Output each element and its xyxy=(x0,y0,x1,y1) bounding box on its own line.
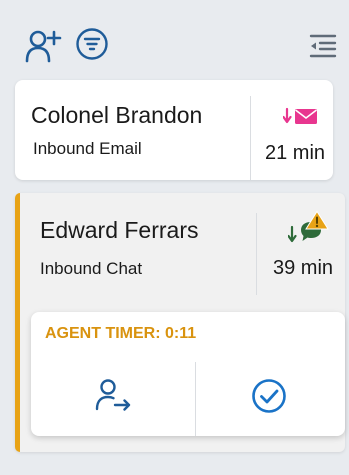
agent-timer: AGENT TIMER: 0:11 xyxy=(45,325,197,342)
interaction-card[interactable]: Colonel Brandon Inbound Email 21 min xyxy=(15,80,333,180)
transfer-button[interactable] xyxy=(95,378,133,412)
person-add-icon xyxy=(25,30,62,63)
toolbar xyxy=(0,0,349,72)
collapse-panel-icon xyxy=(309,34,337,58)
complete-check-icon xyxy=(252,379,286,413)
transfer-icon xyxy=(95,379,131,411)
channel-label: Inbound Email xyxy=(33,139,142,158)
active-interaction-card[interactable]: Edward Ferrars Inbound Chat 39 min AGENT… xyxy=(15,193,345,452)
wait-time: 39 min xyxy=(273,257,334,279)
collapse-panel-button[interactable] xyxy=(308,33,338,59)
filter-icon xyxy=(76,28,108,60)
divider xyxy=(250,96,251,180)
divider xyxy=(256,213,257,295)
active-indicator-bar xyxy=(15,193,20,452)
complete-button[interactable] xyxy=(251,378,287,414)
contact-name: Edward Ferrars xyxy=(40,217,199,243)
contact-name: Colonel Brandon xyxy=(31,102,203,128)
filter-button[interactable] xyxy=(75,27,109,61)
agent-timer-panel: AGENT TIMER: 0:11 xyxy=(31,312,345,436)
wait-time: 21 min xyxy=(265,142,326,164)
inbound-email-icon xyxy=(282,106,319,133)
add-person-button[interactable] xyxy=(24,28,64,64)
inbound-chat-warning-icon xyxy=(287,210,330,249)
channel-label: Inbound Chat xyxy=(40,259,143,278)
divider xyxy=(195,362,196,436)
